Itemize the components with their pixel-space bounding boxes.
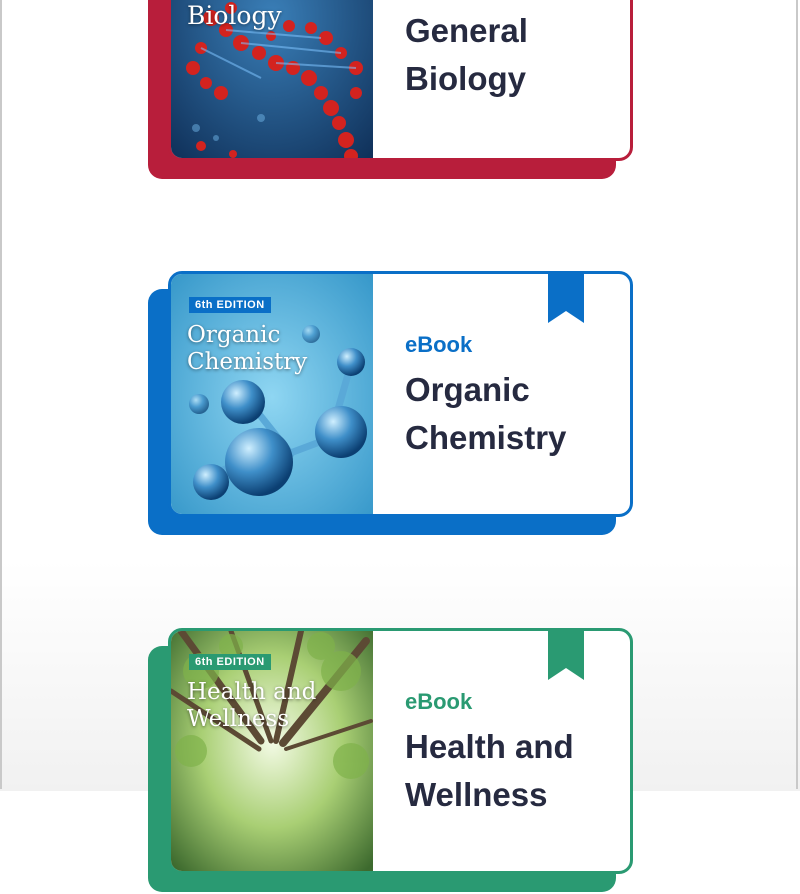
cover-title: Health and Wellness xyxy=(187,679,317,732)
book-cover-image[interactable]: 6th EDITION Health and Wellness xyxy=(171,631,373,871)
bookmark-icon[interactable] xyxy=(548,271,584,323)
book-card-organic-chemistry[interactable]: 6th EDITION Organic Chemistry eBook Orga… xyxy=(148,271,635,537)
edition-badge: 6th EDITION xyxy=(189,654,271,670)
book-title: General Biology xyxy=(405,12,528,97)
card-body[interactable]: Biology General Biology xyxy=(168,0,633,161)
card-body[interactable]: 6th EDITION Organic Chemistry eBook Orga… xyxy=(168,271,633,517)
cover-title: Organic Chemistry xyxy=(187,322,308,375)
cover-title: Biology xyxy=(187,1,282,30)
book-cover-image[interactable]: Biology xyxy=(171,0,373,158)
edition-badge: 6th EDITION xyxy=(189,297,271,313)
book-card-health-wellness[interactable]: 6th EDITION Health and Wellness eBook He… xyxy=(148,628,635,894)
book-card-general-biology[interactable]: Biology General Biology xyxy=(148,0,635,181)
book-title: Health and Wellness xyxy=(405,728,574,813)
bookmark-icon[interactable] xyxy=(548,628,584,680)
book-title: Organic Chemistry xyxy=(405,371,567,456)
ebook-label: eBook xyxy=(405,689,473,714)
book-cover-image[interactable]: 6th EDITION Organic Chemistry xyxy=(171,274,373,514)
ebook-label: eBook xyxy=(405,332,473,357)
card-body[interactable]: 6th EDITION Health and Wellness eBook He… xyxy=(168,628,633,874)
